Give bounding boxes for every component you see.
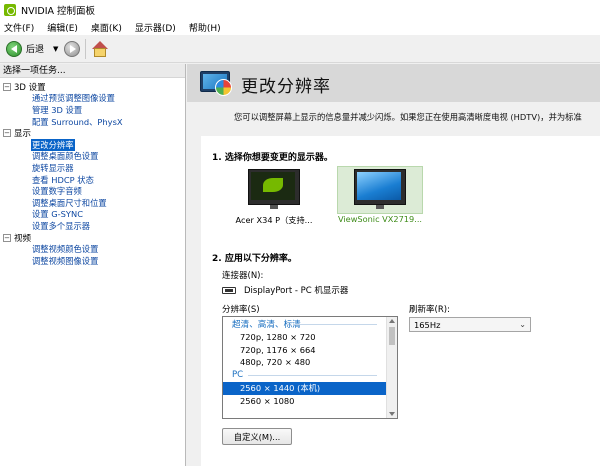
resolution-item[interactable]: 720p, 1176 × 664: [223, 343, 397, 355]
toolbar-divider: [85, 38, 87, 59]
menu-file[interactable]: 文件(F): [3, 21, 35, 34]
display-label[interactable]: Acer X34 P（支持...: [234, 214, 314, 226]
scroll-thumb[interactable]: [389, 327, 395, 345]
scroll-down-icon[interactable]: [389, 412, 395, 416]
scroll-up-icon[interactable]: [389, 319, 395, 323]
connector-row: DisplayPort - PC 机显示器: [222, 284, 348, 296]
sidebar-item-preview-image-settings[interactable]: 通过预览调整图像设置: [31, 92, 116, 104]
resolution-item[interactable]: 2560 × 1080: [223, 395, 397, 407]
step2-title: 2. 应用以下分辨率。: [212, 254, 297, 264]
resolution-scrollbar[interactable]: [386, 317, 397, 418]
display-label[interactable]: ViewSonic VX2719...: [337, 214, 423, 224]
resolution-item[interactable]: 480p, 720 × 480: [223, 356, 397, 368]
sidebar-item-change-resolution[interactable]: 更改分辨率: [31, 138, 75, 151]
display-viewsonic[interactable]: ViewSonic VX2719...: [337, 166, 423, 224]
resolution-group-header: 超清、高清、标清: [223, 317, 397, 331]
sidebar-item-video-image[interactable]: 调整视频图像设置: [31, 255, 99, 267]
sidebar-item-rotate-display[interactable]: 旋转显示器: [31, 162, 75, 174]
back-icon[interactable]: [6, 40, 22, 57]
displayport-icon: [222, 286, 236, 294]
refresh-rate-value: 165Hz: [414, 319, 441, 330]
sidebar-item-hdcp-status[interactable]: 查看 HDCP 状态: [31, 174, 95, 186]
nvidia-logo-icon: [4, 3, 16, 16]
menu-edit[interactable]: 编辑(E): [46, 21, 79, 34]
sidebar-item-digital-audio[interactable]: 设置数字音频: [31, 185, 83, 197]
sidebar-item-gsync[interactable]: 设置 G-SYNC: [31, 208, 84, 220]
refresh-rate-label: 刷新率(R):: [409, 305, 450, 315]
sidebar-item-surround-physx[interactable]: 配置 Surround、PhysX: [31, 116, 124, 128]
task-tree-panel: 选择一项任务... − 3D 设置 通过预览调整图像设置 管理 3D 设置 配置…: [0, 64, 186, 466]
monitor-icon[interactable]: [354, 169, 406, 209]
sidebar-item-desktop-color[interactable]: 调整桌面颜色设置: [31, 150, 99, 162]
menu-help[interactable]: 帮助(H): [188, 21, 222, 34]
back-button-label[interactable]: 后退: [26, 42, 44, 55]
window-title: NVIDIA 控制面板: [21, 5, 96, 17]
toolbar: 后退 ▼: [0, 35, 600, 63]
step1-title: 1. 选择你想要变更的显示器。: [212, 153, 333, 163]
resolution-item-selected[interactable]: 2560 × 1440 (本机): [223, 382, 386, 395]
resolution-group-header: PC: [223, 368, 397, 382]
custom-resolution-button[interactable]: 自定义(M)...: [222, 428, 292, 445]
collapse-icon[interactable]: −: [3, 82, 11, 91]
settings-area: 1. 选择你想要变更的显示器。 Acer X34 P（支持... ViewSon…: [201, 136, 600, 466]
display-settings-icon: [200, 71, 234, 97]
connector-label: 连接器(N):: [222, 271, 264, 281]
tree-category-video[interactable]: − 视频: [0, 232, 185, 244]
resolution-list[interactable]: 超清、高清、标清 720p, 1280 × 720 720p, 1176 × 6…: [222, 316, 398, 419]
title-bar: NVIDIA 控制面板: [0, 0, 600, 19]
back-dropdown-icon[interactable]: ▼: [53, 45, 58, 53]
nvidia-monitor-icon[interactable]: [248, 169, 300, 209]
task-tree-header: 选择一项任务...: [0, 64, 185, 78]
menu-display[interactable]: 显示器(D): [134, 21, 177, 34]
tree-category-3d[interactable]: − 3D 设置: [0, 81, 185, 93]
resolution-item[interactable]: 720p, 1280 × 720: [223, 331, 397, 343]
collapse-icon[interactable]: −: [3, 129, 11, 138]
connector-value: DisplayPort - PC 机显示器: [244, 286, 349, 296]
refresh-rate-select[interactable]: 165Hz ⌄: [409, 317, 531, 332]
menu-bar: 文件(F) 编辑(E) 桌面(K) 显示器(D) 帮助(H): [0, 19, 600, 35]
home-icon[interactable]: [91, 40, 109, 58]
content-panel: 更改分辨率 您可以调整屏幕上显示的信息量并减少闪烁。如果您正在使用高清晰度电视 …: [187, 64, 600, 466]
page-description: 您可以调整屏幕上显示的信息量并减少闪烁。如果您正在使用高清晰度电视 (HDTV)…: [234, 112, 582, 122]
sidebar-item-multiple-displays[interactable]: 设置多个显示器: [31, 220, 91, 232]
tree-category-display[interactable]: − 显示: [0, 127, 185, 139]
sidebar-item-video-color[interactable]: 调整视频颜色设置: [31, 243, 99, 255]
task-tree: − 3D 设置 通过预览调整图像设置 管理 3D 设置 配置 Surround、…: [0, 78, 185, 267]
chevron-down-icon[interactable]: ⌄: [519, 320, 526, 329]
resolution-label: 分辨率(S): [222, 305, 260, 315]
display-acer[interactable]: Acer X34 P（支持...: [234, 169, 314, 226]
menu-desktop[interactable]: 桌面(K): [90, 21, 123, 34]
page-header: 更改分辨率: [187, 64, 600, 102]
forward-icon[interactable]: [64, 40, 81, 57]
collapse-icon[interactable]: −: [3, 233, 11, 242]
sidebar-item-desktop-size[interactable]: 调整桌面尺寸和位置: [31, 197, 108, 209]
page-title: 更改分辨率: [241, 77, 331, 97]
sidebar-item-manage-3d[interactable]: 管理 3D 设置: [31, 104, 83, 116]
